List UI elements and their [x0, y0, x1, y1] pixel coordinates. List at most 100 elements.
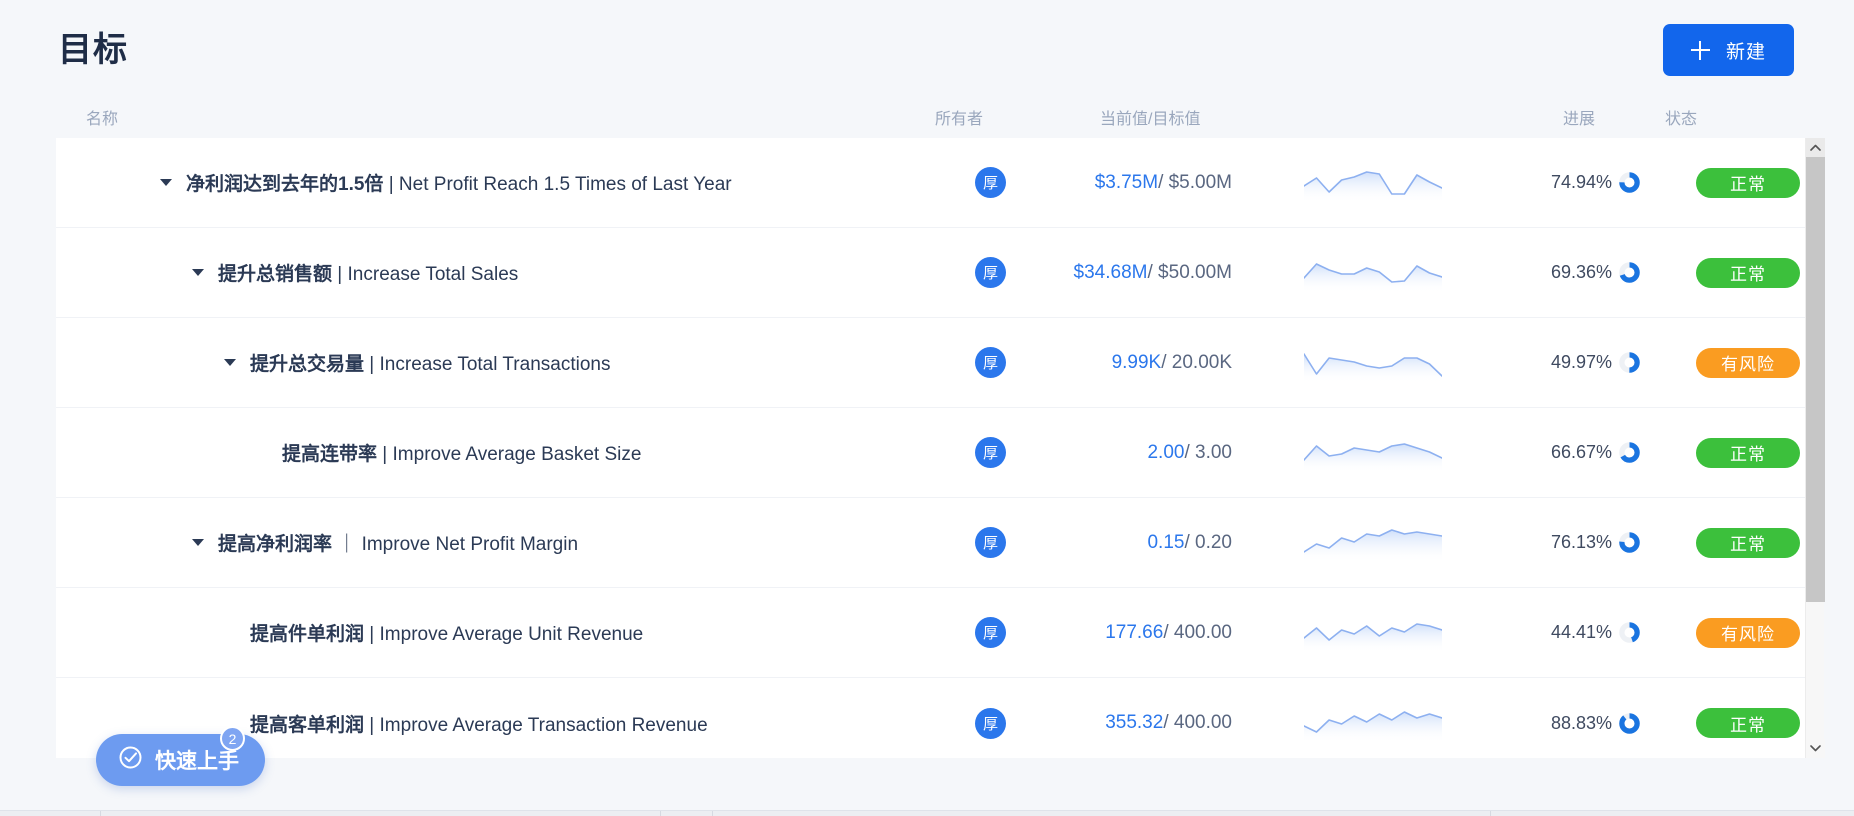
quickstart-badge: 2 [220, 726, 245, 751]
goals-page: 目标 新建 名称 所有者 当前值/目标值 进展 状态 净利润达到去年的1.5倍 … [0, 0, 1854, 816]
goal-name-cn: 提升总交易量 [250, 354, 365, 375]
status-badge[interactable]: 正常 [1696, 167, 1800, 198]
progress-percent: 49.97% [1550, 352, 1612, 372]
progress-percent: 88.83% [1550, 712, 1612, 733]
value-cell: 0.15/ 0.20 [996, 532, 1232, 554]
chevron-down-icon[interactable] [1806, 739, 1825, 758]
status-badge[interactable]: 正常 [1696, 437, 1800, 468]
progress-cell: 74.94% [1486, 172, 1640, 193]
goal-name-cn: 提高净利润率 [218, 534, 333, 555]
progress-cell: 69.36% [1486, 262, 1640, 283]
status-badge[interactable]: 正常 [1696, 257, 1800, 288]
status-badge[interactable]: 正常 [1696, 708, 1800, 738]
goal-name-text[interactable]: 提高连带率 | Improve Average Basket Size [282, 439, 641, 466]
goal-name-en: Improve Average Transaction Revenue [379, 714, 708, 736]
table-row[interactable]: 提升总交易量 | Increase Total Transactions 厚 9.9… [56, 318, 1824, 408]
value-cell: 2.00/ 3.00 [996, 442, 1232, 464]
goal-name-en: Improve Average Basket Size [392, 444, 642, 465]
goal-name-cell: 提高净利润率 ｜ Improve Net Profit Margin [192, 529, 578, 556]
progress-percent: 66.67% [1550, 442, 1612, 462]
sparkline-chart [1304, 253, 1442, 293]
goal-name-separator: | [377, 444, 393, 465]
table-column-headers: 名称 所有者 当前值/目标值 进展 状态 [0, 100, 1854, 140]
value-cell: $3.75M/ $5.00M [996, 172, 1232, 194]
table-row[interactable]: 提高客单利润 | Improve Average Transaction Rev… [56, 678, 1824, 758]
progress-cell: 76.13% [1486, 532, 1640, 553]
sparkline-chart [1304, 343, 1442, 383]
progress-percent: 44.41% [1550, 622, 1612, 642]
status-badge[interactable]: 有风险 [1696, 617, 1800, 648]
column-header-name: 名称 [86, 111, 119, 128]
value-cell: 177.66/ 400.00 [996, 622, 1232, 644]
goal-name-text[interactable]: 提高件单利润 | Improve Average Unit Revenue [250, 619, 643, 646]
goal-name-text[interactable]: 净利润达到去年的1.5倍 | Net Profit Reach 1.5 Time… [186, 169, 732, 196]
goal-name-separator: | [364, 354, 380, 375]
page-title: 目标 [58, 31, 128, 69]
target-value: / $50.00M [1147, 261, 1233, 283]
sparkline-chart [1304, 613, 1442, 653]
scrollbar-thumb[interactable] [1806, 157, 1825, 602]
target-value: / 3.00 [1184, 441, 1232, 463]
table-row[interactable]: 提升总销售额 | Increase Total Sales 厚 $34.68M/ $… [56, 228, 1824, 318]
goal-name-text[interactable]: 提高净利润率 ｜ Improve Net Profit Margin [218, 529, 578, 556]
sparkline-chart [1304, 703, 1442, 743]
check-circle-icon [118, 745, 143, 776]
goal-name-separator: | [332, 264, 348, 285]
goal-name-cn: 提升总销售额 [218, 264, 333, 285]
goal-name-text[interactable]: 提高客单利润 | Improve Average Transaction Rev… [250, 710, 708, 737]
goal-name-en: Net Profit Reach 1.5 Times of Last Year [398, 174, 732, 195]
table-row[interactable]: 提高净利润率 ｜ Improve Net Profit Margin 厚 0.15/… [56, 498, 1824, 588]
expand-collapse-caret-icon[interactable] [192, 539, 204, 546]
current-value: 2.00 [1147, 441, 1185, 463]
target-value: / 20.00K [1161, 351, 1232, 373]
goal-name-en: Improve Average Unit Revenue [379, 624, 644, 645]
goal-name-separator: | [364, 714, 380, 736]
goal-name-cn: 提高件单利润 [250, 624, 365, 645]
expand-collapse-caret-icon[interactable] [224, 359, 236, 366]
plus-icon [1690, 40, 1710, 60]
status-badge[interactable]: 正常 [1696, 527, 1800, 558]
column-header-progress: 进展 [1563, 111, 1596, 128]
table-row[interactable]: 净利润达到去年的1.5倍 | Net Profit Reach 1.5 Time… [56, 138, 1824, 228]
current-value: 0.15 [1147, 531, 1185, 553]
status-badge[interactable]: 有风险 [1696, 347, 1800, 378]
expand-collapse-caret-icon[interactable] [192, 269, 204, 276]
table-row[interactable]: 提高件单利润 | Improve Average Unit Revenue 厚 17… [56, 588, 1824, 678]
goal-name-cell: 提升总交易量 | Increase Total Transactions [224, 349, 610, 376]
vertical-scrollbar[interactable] [1805, 138, 1825, 758]
chevron-up-icon[interactable] [1806, 138, 1825, 157]
goal-name-separator: | [364, 624, 380, 645]
goal-name-cell: 提高件单利润 | Improve Average Unit Revenue [224, 619, 643, 646]
quickstart-button[interactable]: 快速上手 2 [96, 726, 265, 786]
column-header-status: 状态 [1665, 111, 1698, 128]
goal-name-cell: 提升总销售额 | Increase Total Sales [192, 259, 518, 286]
progress-cell: 88.83% [1486, 713, 1640, 734]
goal-name-cn: 提高连带率 [282, 444, 378, 465]
value-cell: 9.99K/ 20.00K [996, 352, 1232, 374]
progress-percent: 74.94% [1550, 172, 1612, 192]
goal-name-en: Increase Total Transactions [379, 354, 611, 375]
target-value: / 0.20 [1184, 531, 1232, 553]
goal-name-separator: | [383, 174, 399, 195]
column-header-owner: 所有者 [935, 111, 984, 128]
progress-percent: 76.13% [1550, 532, 1612, 552]
goal-name-cell: 净利润达到去年的1.5倍 | Net Profit Reach 1.5 Time… [160, 169, 732, 196]
goal-name-en: Improve Net Profit Margin [361, 534, 579, 555]
goal-name-cell: 提高客单利润 | Improve Average Transaction Rev… [224, 710, 708, 737]
current-value: $34.68M [1073, 261, 1148, 283]
new-goal-button-label: 新建 [1725, 41, 1766, 63]
progress-cell: 44.41% [1486, 622, 1640, 643]
page-header: 目标 新建 [0, 0, 1854, 100]
taskbar-sliver [0, 810, 1854, 816]
goal-name-text[interactable]: 提升总销售额 | Increase Total Sales [218, 259, 518, 286]
value-cell: 355.32/ 400.00 [996, 712, 1232, 734]
table-row[interactable]: 提高连带率 | Improve Average Basket Size 厚 2.00… [56, 408, 1824, 498]
goal-name-cn: 提高客单利润 [250, 714, 365, 736]
expand-collapse-caret-icon[interactable] [160, 179, 172, 186]
progress-percent: 69.36% [1550, 262, 1612, 282]
goal-name-text[interactable]: 提升总交易量 | Increase Total Transactions [250, 349, 610, 376]
new-goal-button[interactable]: 新建 [1662, 24, 1794, 76]
current-value: $3.75M [1094, 171, 1159, 193]
sparkline-chart [1304, 433, 1442, 473]
target-value: / $5.00M [1158, 171, 1232, 193]
